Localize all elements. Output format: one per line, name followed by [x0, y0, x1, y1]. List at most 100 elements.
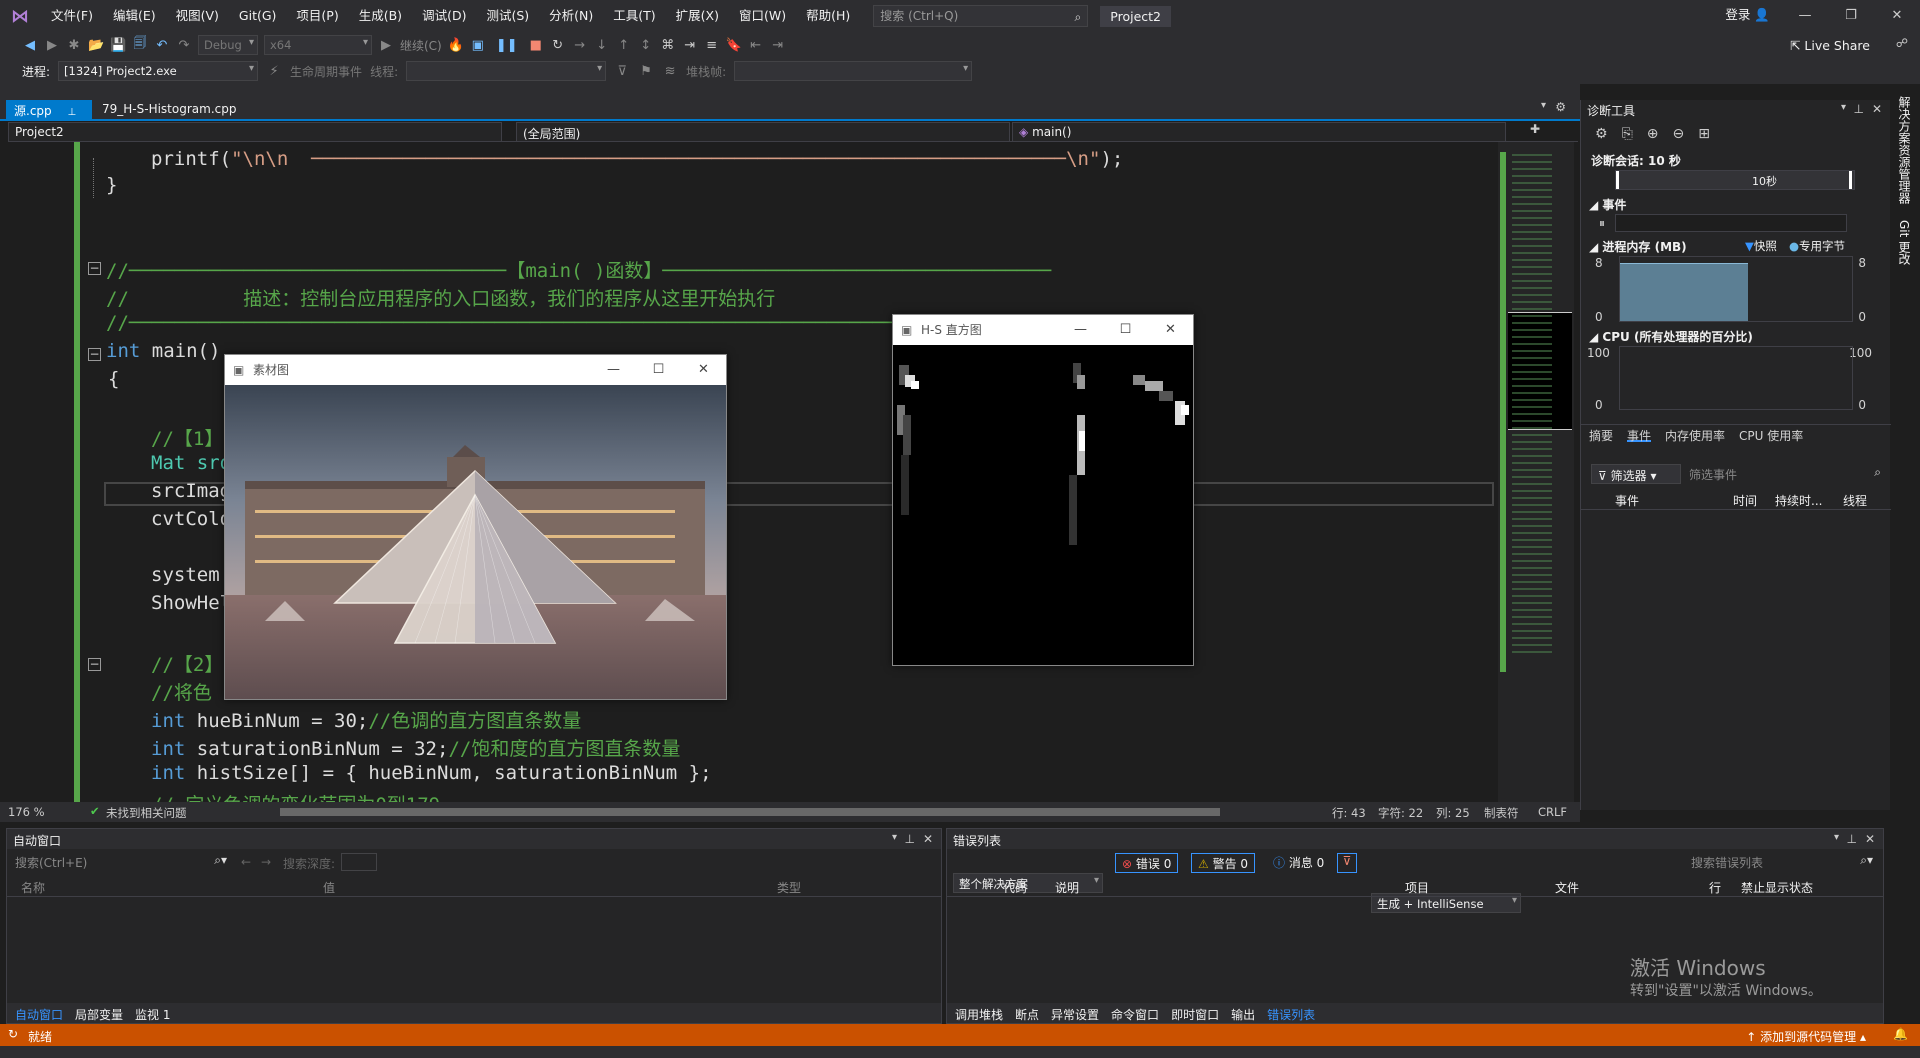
menu-edit[interactable]: 编辑(E)	[104, 0, 165, 32]
timeline-start-marker[interactable]	[1616, 171, 1619, 189]
bookmark-icon[interactable]: 🔖	[726, 38, 742, 53]
column-name[interactable]: 名称	[21, 879, 45, 896]
pause-icon[interactable]: ⏸	[1599, 216, 1605, 231]
fold-toggle[interactable]: −	[88, 262, 101, 275]
code-map-icon[interactable]: ⌘	[660, 38, 676, 53]
step-out-icon[interactable]: ↑	[616, 38, 632, 53]
menu-analyze[interactable]: 分析(N)	[540, 0, 602, 32]
column-event[interactable]: 事件	[1615, 492, 1639, 509]
timeline-end-marker[interactable]	[1849, 171, 1852, 189]
thread-select[interactable]	[406, 61, 607, 81]
warnings-filter-button[interactable]: ⚠ 警告 0	[1191, 853, 1256, 873]
forward-icon[interactable]: ▶	[44, 38, 60, 53]
column-time[interactable]: 时间	[1733, 492, 1757, 509]
settings-gear-icon[interactable]: ⚙	[1555, 100, 1566, 114]
column-file[interactable]: 文件	[1555, 879, 1579, 896]
redo-icon[interactable]: ↷	[176, 38, 192, 53]
hs-histogram-window[interactable]: ▣ H-S 直方图 — ☐ ✕	[892, 314, 1194, 666]
pin-icon[interactable]: ⊥	[67, 107, 76, 118]
tab-immediate-window[interactable]: 即时窗口	[1171, 1006, 1219, 1022]
minimize-icon[interactable]: —	[1058, 315, 1103, 345]
split-icon[interactable]: ✚	[1530, 122, 1540, 136]
comment-icon[interactable]: ≡	[704, 38, 720, 53]
pin-icon[interactable]: ⊥	[1847, 832, 1857, 846]
menu-build[interactable]: 生成(B)	[350, 0, 411, 32]
menu-test[interactable]: 测试(S)	[477, 0, 538, 32]
tab-source-cpp[interactable]: 源.cpp ⊥ ✕	[6, 100, 92, 133]
tab-list-icon[interactable]: ▾	[1541, 100, 1546, 111]
thread-icon[interactable]: ≋	[662, 64, 678, 79]
filter-events-input[interactable]: 筛选事件 ⌕	[1685, 464, 1885, 484]
close-icon[interactable]: ✕	[1148, 315, 1193, 345]
column-thread[interactable]: 线程	[1843, 492, 1867, 509]
menu-debug[interactable]: 调试(D)	[413, 0, 475, 32]
window-title-bar[interactable]: ▣ H-S 直方图 — ☐ ✕	[893, 315, 1193, 345]
continue-button[interactable]: 继续(C)	[400, 37, 442, 54]
lifecycle-events-button[interactable]: 生命周期事件	[290, 63, 362, 80]
close-icon[interactable]: ✕	[1872, 102, 1882, 116]
step-into-icon[interactable]: ↓	[594, 38, 610, 53]
maximize-icon[interactable]: ☐	[1103, 315, 1148, 345]
menu-view[interactable]: 视图(V)	[167, 0, 228, 32]
stackframe-select[interactable]	[734, 61, 973, 81]
lifecycle-icon[interactable]: ⚡	[266, 64, 282, 79]
back-icon[interactable]: ←	[241, 855, 251, 869]
export-icon[interactable]: ⎘	[1622, 126, 1633, 142]
zoom-in-icon[interactable]: ⊕	[1647, 126, 1659, 142]
menu-git[interactable]: Git(G)	[230, 0, 286, 32]
scope-dropdown[interactable]: (全局范围)	[516, 122, 1010, 142]
new-project-icon[interactable]: ✱	[66, 38, 82, 53]
tab-breakpoints[interactable]: 断点	[1015, 1006, 1039, 1022]
tab-locals[interactable]: 局部变量	[75, 1006, 123, 1022]
add-source-control-button[interactable]: ↑ 添加到源代码管理 ▴	[1746, 1028, 1866, 1045]
close-icon[interactable]: ✕	[1865, 832, 1875, 846]
indent-icon[interactable]: ⇥	[682, 38, 698, 53]
tab-cpu-usage[interactable]: CPU 使用率	[1739, 427, 1803, 443]
fold-toggle[interactable]: −	[88, 658, 101, 671]
settings-icon[interactable]: ⚙	[1595, 126, 1608, 142]
step-back-icon[interactable]: ↕	[638, 38, 654, 53]
restart-icon[interactable]: ↻	[550, 38, 566, 53]
notifications-icon[interactable]: 🔔	[1893, 1027, 1908, 1041]
minimize-icon[interactable]: —	[1782, 0, 1828, 32]
project-dropdown[interactable]: Project2	[8, 122, 502, 142]
close-icon[interactable]: ✕	[1874, 0, 1920, 32]
restore-icon[interactable]: ❐	[1828, 0, 1874, 32]
search-depth-select[interactable]	[341, 853, 377, 871]
column-value[interactable]: 值	[323, 879, 335, 896]
column-duration[interactable]: 持续时...	[1775, 492, 1822, 509]
menu-file[interactable]: 文件(F)	[42, 0, 102, 32]
column-suppression[interactable]: 禁止显示状态	[1741, 879, 1813, 896]
hot-reload-icon[interactable]: 🔥	[448, 38, 464, 53]
search-box[interactable]: 搜索 (Ctrl+Q) ⌕	[873, 5, 1089, 27]
fold-toggle[interactable]: −	[88, 348, 101, 361]
minimap-scrollbar[interactable]	[1498, 142, 1574, 802]
memory-section-header[interactable]: ◢ 进程内存 (MB)	[1589, 238, 1687, 255]
tab-output[interactable]: 输出	[1231, 1006, 1255, 1022]
save-icon[interactable]: 💾	[110, 38, 126, 53]
flag-icon[interactable]: ⚑	[638, 64, 654, 79]
open-folder-icon[interactable]: 📂	[88, 38, 104, 53]
column-project[interactable]: 项目	[1405, 879, 1429, 896]
menu-extensions[interactable]: 扩展(X)	[667, 0, 728, 32]
next-bookmark-icon[interactable]: ⇥	[770, 38, 786, 53]
step-over-icon[interactable]: →	[572, 38, 588, 53]
side-tab-git-changes[interactable]: Git 更改	[1896, 220, 1913, 265]
tab-memory-usage[interactable]: 内存使用率	[1665, 427, 1725, 443]
screen-icon[interactable]: ▣	[470, 38, 486, 53]
autos-search-input[interactable]: 搜索(Ctrl+E) ⌕▾	[11, 853, 231, 871]
tab-call-stack[interactable]: 调用堆栈	[955, 1006, 1003, 1022]
indent-mode[interactable]: 制表符	[1484, 805, 1519, 821]
source-image-window[interactable]: ▣ 素材图 — ☐ ✕	[224, 354, 727, 700]
tab-command-window[interactable]: 命令窗口	[1111, 1006, 1159, 1022]
platform-select[interactable]: x64	[264, 35, 372, 55]
column-line[interactable]: 行	[1709, 879, 1721, 896]
tab-watch-1[interactable]: 监视 1	[135, 1006, 170, 1022]
build-filter-icon[interactable]: ⊽	[1337, 853, 1357, 873]
pane-menu-icon[interactable]: ▾	[892, 832, 897, 843]
stop-icon[interactable]: ■	[528, 38, 544, 53]
close-icon[interactable]: ✕	[681, 355, 726, 385]
column-code[interactable]: 代码	[1003, 879, 1027, 896]
cpu-section-header[interactable]: ◢ CPU (所有处理器的百分比)	[1589, 328, 1753, 345]
pin-icon[interactable]: ⊥	[905, 832, 915, 846]
